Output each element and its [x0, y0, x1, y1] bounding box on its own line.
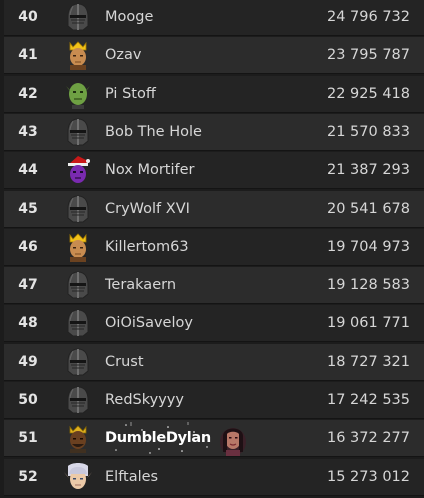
leaderboard-row[interactable]: 52 Elftales 15 273 012	[4, 459, 424, 496]
leaderboard-row[interactable]: 43 Bob The Hole 21 570 833	[4, 114, 424, 151]
player-score: 21 570 833	[326, 124, 410, 140]
leaderboard-row[interactable]: 51 DumbleDylan 16 372 277	[4, 420, 424, 457]
leaderboard-row[interactable]: 50 RedSkyyyy 17 242 535	[4, 382, 424, 419]
player-name[interactable]: Terakaern	[105, 277, 176, 293]
player-score: 19 704 973	[326, 239, 410, 255]
leaderboard-row[interactable]: 41 Ozav 23 795 787	[4, 37, 424, 74]
player-score: 21 387 293	[326, 162, 410, 178]
rank-number: 43	[18, 124, 38, 140]
rank-number: 41	[18, 47, 38, 63]
helmet-icon	[64, 347, 92, 377]
player-name[interactable]: OiOiSaveloy	[105, 315, 193, 331]
player-name[interactable]: Nox Mortifer	[105, 162, 195, 178]
player-name[interactable]: Ozav	[105, 47, 142, 63]
leaderboard-row[interactable]: 45 CryWolf XVI 20 541 678	[4, 191, 424, 228]
crowned-face-icon	[64, 232, 92, 262]
helmet-icon	[64, 2, 92, 32]
rank-number: 45	[18, 201, 38, 217]
crowned-face-icon	[64, 40, 92, 70]
leaderboard-row[interactable]: 46 Killertom63 19 704 973	[4, 229, 424, 266]
player-name[interactable]: Bob The Hole	[105, 124, 202, 140]
purple-santa-hat-face-icon	[64, 155, 92, 185]
leaderboard-row[interactable]: 44 Nox Mortifer 21 387 293	[4, 152, 424, 189]
rank-number: 44	[18, 162, 38, 178]
player-score: 22 925 418	[326, 86, 410, 102]
leaderboard-row[interactable]: 42 Pi Stoff 22 925 418	[4, 76, 424, 113]
player-score: 20 541 678	[326, 201, 410, 217]
player-name[interactable]: Killertom63	[105, 239, 189, 255]
player-score: 17 242 535	[326, 392, 410, 408]
helmet-icon	[64, 308, 92, 338]
leaderboard: 40 Mooge 24 796 732 41 Ozav 23 795 787 4…	[0, 0, 424, 498]
player-score: 18 727 321	[326, 354, 410, 370]
leaderboard-row[interactable]: 48 OiOiSaveloy 19 061 771	[4, 305, 424, 342]
rank-number: 50	[18, 392, 38, 408]
dark-crowned-face-icon	[64, 423, 92, 453]
helmet-icon	[64, 194, 92, 224]
leaderboard-row[interactable]: 47 Terakaern 19 128 583	[4, 267, 424, 304]
player-name[interactable]: Crust	[105, 354, 144, 370]
player-score: 19 128 583	[326, 277, 410, 293]
rank-number: 49	[18, 354, 38, 370]
rank-number: 46	[18, 239, 38, 255]
player-name[interactable]: Pi Stoff	[105, 86, 156, 102]
rank-number: 52	[18, 469, 38, 485]
rank-number: 48	[18, 315, 38, 331]
rank-number: 42	[18, 86, 38, 102]
leaderboard-row[interactable]: 40 Mooge 24 796 732	[4, 0, 424, 36]
rank-number: 47	[18, 277, 38, 293]
helmet-icon	[64, 385, 92, 415]
rank-number: 40	[18, 9, 38, 25]
player-score: 19 061 771	[326, 315, 410, 331]
leaderboard-row[interactable]: 49 Crust 18 727 321	[4, 344, 424, 381]
portrait-icon	[217, 422, 249, 456]
player-name[interactable]: DumbleDylan	[105, 430, 211, 446]
player-name[interactable]: RedSkyyyy	[105, 392, 184, 408]
rank-number: 51	[18, 430, 38, 446]
helmet-icon	[64, 117, 92, 147]
player-score: 23 795 787	[326, 47, 410, 63]
player-score: 15 273 012	[326, 469, 410, 485]
helmet-icon	[64, 270, 92, 300]
player-score: 16 372 277	[326, 430, 410, 446]
player-name[interactable]: CryWolf XVI	[105, 201, 190, 217]
elf-face-icon	[64, 462, 92, 492]
player-name[interactable]: Elftales	[105, 469, 158, 485]
green-goblin-face-icon	[64, 79, 92, 109]
player-score: 24 796 732	[326, 9, 410, 25]
player-name[interactable]: Mooge	[105, 9, 153, 25]
